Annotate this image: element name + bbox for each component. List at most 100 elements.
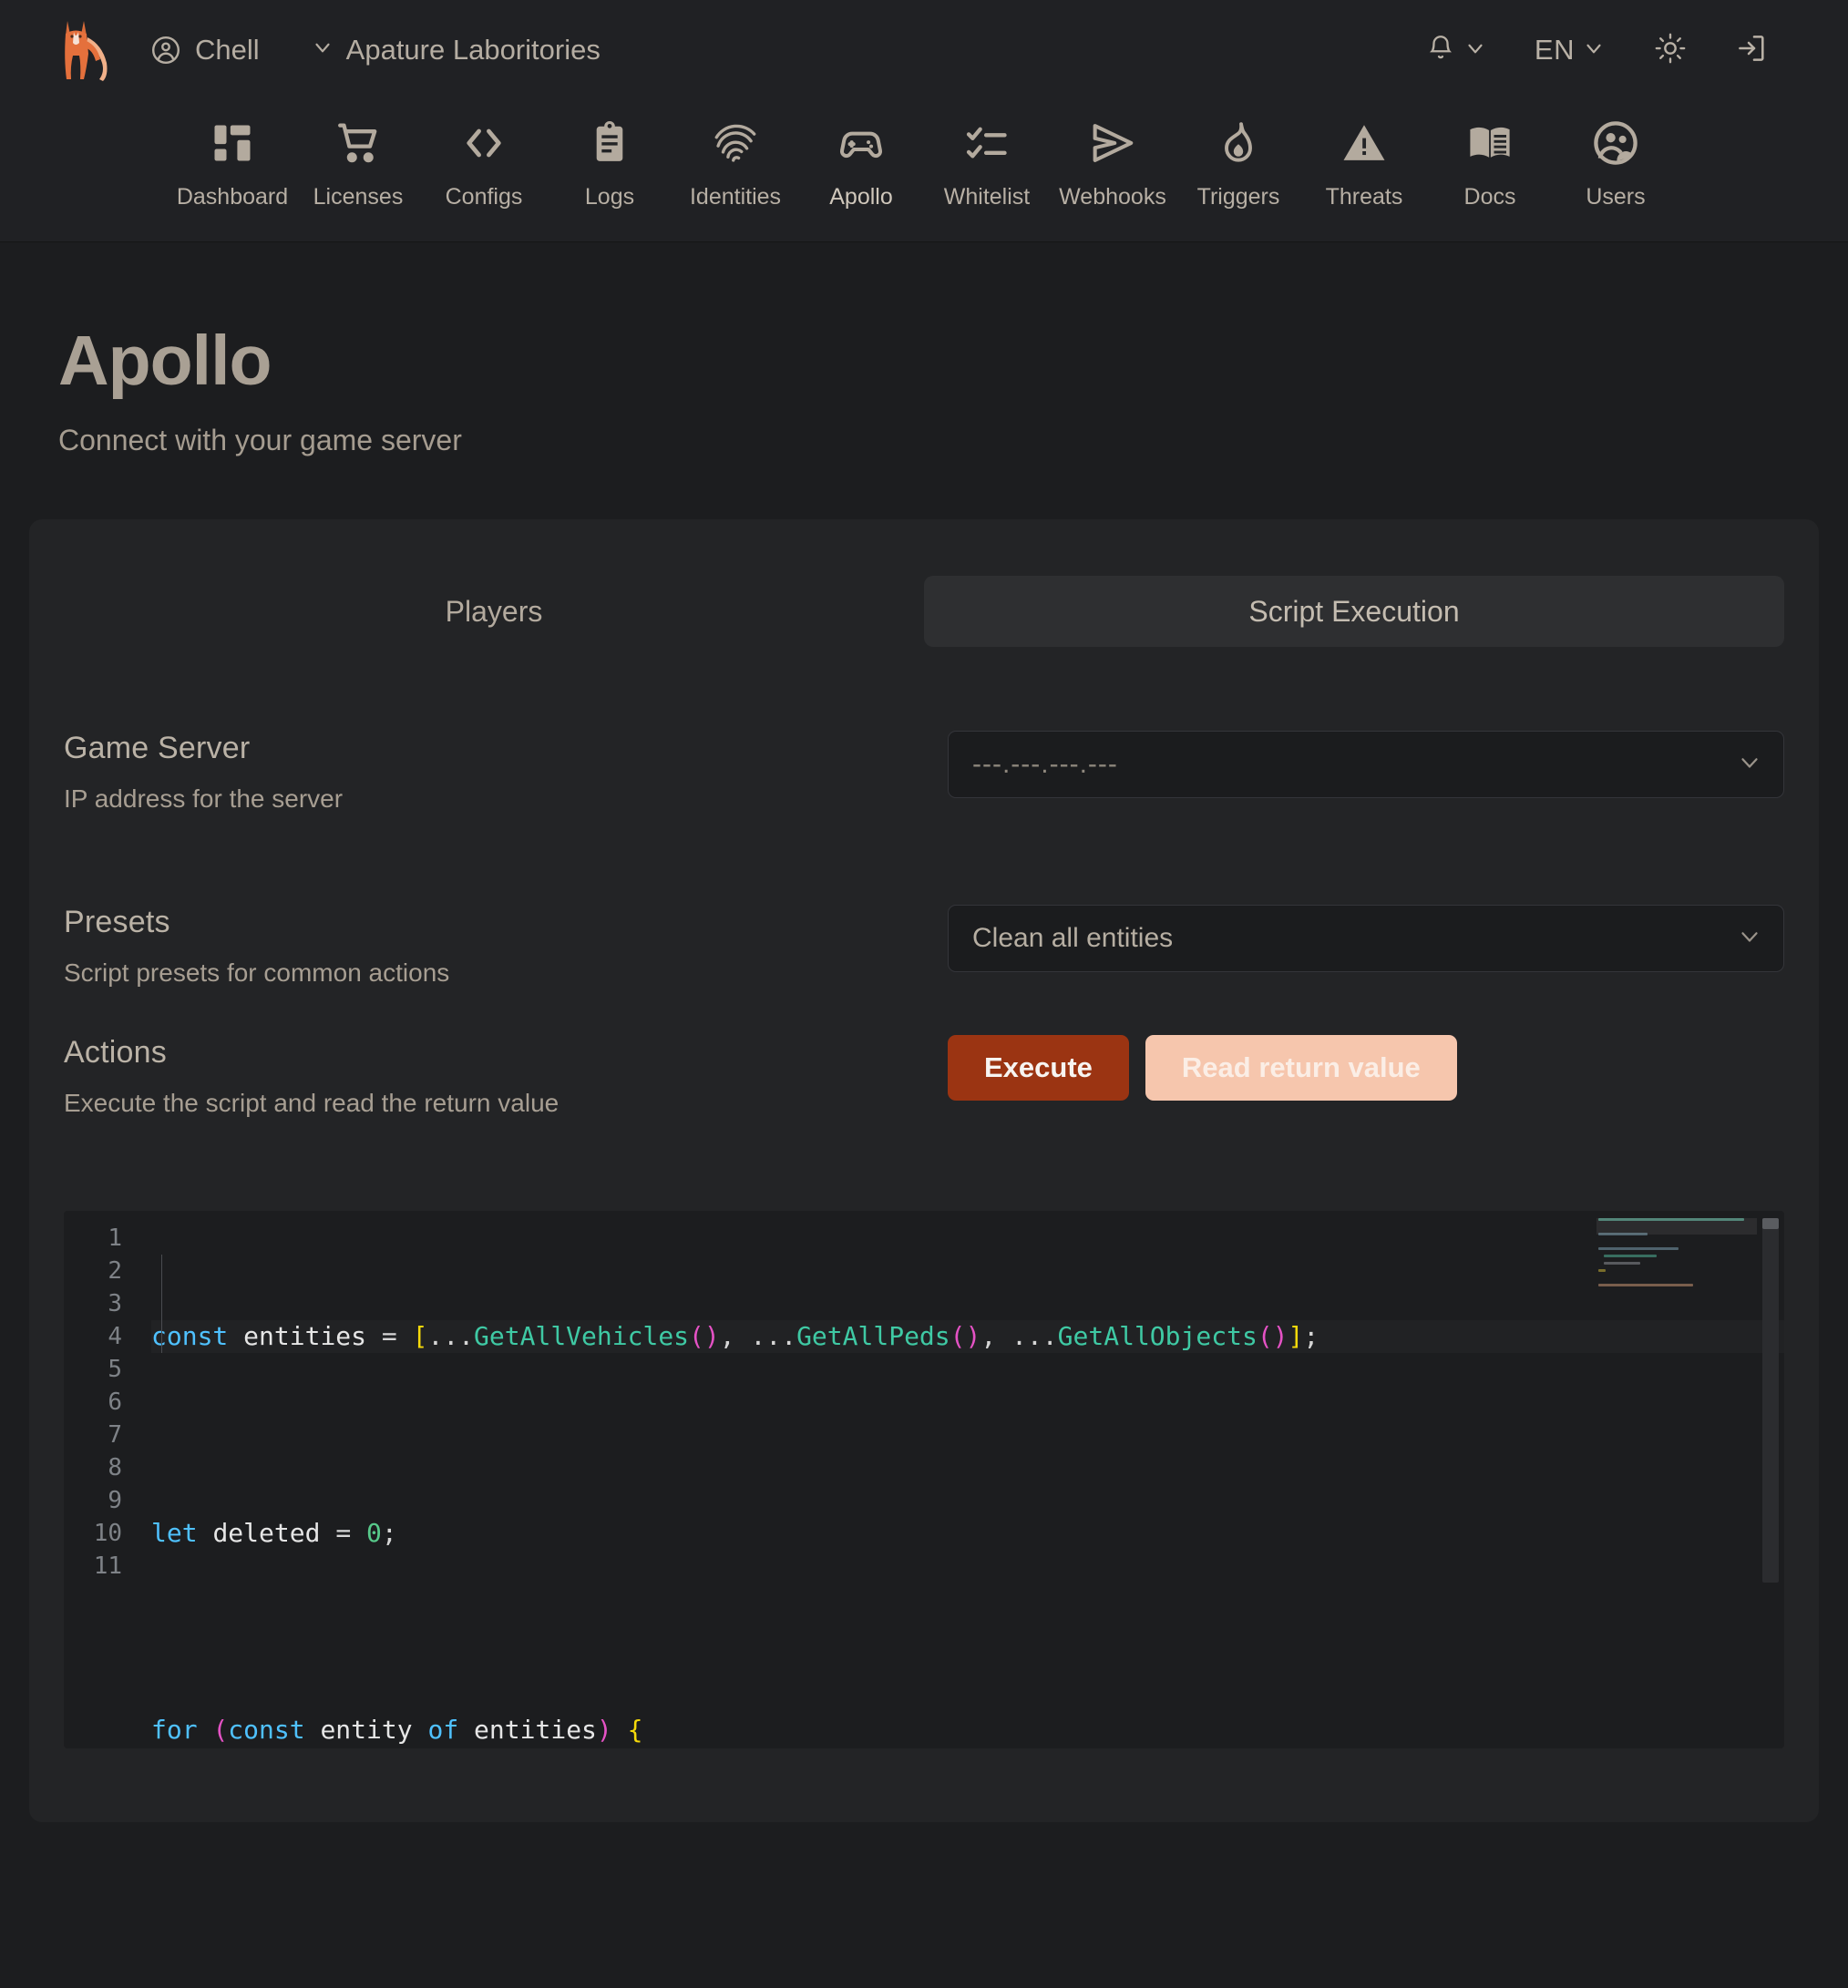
presets-field: Clean all entities (940, 905, 1784, 972)
code-line-3: let deleted = 0; (151, 1518, 397, 1548)
cart-icon (334, 117, 383, 169)
page-subtitle: Connect with your game server (58, 424, 462, 456)
nav-label: Apollo (829, 184, 893, 210)
nav-item-identities[interactable]: Identities (672, 117, 798, 210)
editor-code-area[interactable]: const entities = [...GetAllVehicles(), .… (135, 1211, 1784, 1748)
page-title: Apollo (58, 322, 272, 400)
nav-label: Identities (689, 184, 782, 210)
dashboard-icon (209, 117, 256, 169)
execute-button[interactable]: Execute (948, 1035, 1129, 1101)
language-selector[interactable]: EN (1511, 34, 1629, 67)
nav-item-whitelist[interactable]: Whitelist (924, 117, 1050, 210)
user-menu[interactable]: Chell (149, 34, 260, 67)
page-content: Apollo Connect with your game server Pla… (0, 242, 1848, 1822)
actions-buttons: Execute Read return value (940, 1035, 1784, 1101)
logout-icon (1735, 32, 1768, 69)
line-number: 9 (108, 1487, 122, 1514)
line-number: 10 (93, 1520, 122, 1547)
minimap-slider[interactable] (1596, 1218, 1757, 1235)
nav-label: Docs (1463, 184, 1516, 210)
actions-description: Execute the script and read the return v… (64, 1089, 560, 1117)
game-server-description: IP address for the server (64, 784, 344, 813)
page-header: Apollo Connect with your game server (29, 242, 1819, 457)
game-server-select[interactable]: ---.---.---.--- (948, 731, 1784, 798)
code-editor[interactable]: 1 2 3 4 5 6 7 8 9 10 11 const entities =… (64, 1211, 1784, 1748)
gamepad-icon (837, 117, 886, 169)
nav-item-logs[interactable]: Logs (547, 117, 672, 210)
editor-line-numbers: 1 2 3 4 5 6 7 8 9 10 11 (64, 1211, 135, 1748)
send-icon (1088, 117, 1137, 169)
chevron-down-icon (311, 34, 334, 67)
bell-icon (1425, 33, 1456, 68)
nav-label: Configs (445, 184, 523, 210)
game-server-row: Game Server IP address for the server --… (64, 731, 1784, 814)
nav-label: Whitelist (943, 184, 1031, 210)
chevron-down-icon (1582, 36, 1606, 65)
nav-item-apollo[interactable]: Apollo (798, 117, 924, 210)
nav-label: Licenses (313, 184, 404, 210)
presets-description: Script presets for common actions (64, 958, 450, 987)
checklist-icon (963, 117, 1011, 169)
org-switcher[interactable]: Apature Laboritories (311, 34, 601, 67)
line-number: 7 (108, 1421, 122, 1449)
indent-guide (161, 1255, 162, 1353)
tab-script-execution[interactable]: Script Execution (924, 576, 1784, 647)
line-number: 3 (108, 1290, 122, 1317)
code-line-1: const entities = [...GetAllVehicles(), .… (151, 1320, 1784, 1353)
actions-labels: Actions Execute the script and read the … (64, 1035, 940, 1118)
top-bar: Chell Apature Laboritories EN (0, 0, 1848, 100)
users-icon (1591, 117, 1640, 169)
presets-labels: Presets Script presets for common action… (64, 905, 940, 988)
nav-item-threats[interactable]: Threats (1301, 117, 1427, 210)
presets-select[interactable]: Clean all entities (948, 905, 1784, 972)
line-number: 2 (108, 1257, 122, 1285)
nav-item-licenses[interactable]: Licenses (295, 117, 421, 210)
flame-icon (1215, 117, 1262, 169)
user-name: Chell (195, 34, 260, 66)
nav-label: Webhooks (1059, 184, 1166, 210)
fox-logo-icon[interactable] (56, 15, 117, 85)
sun-icon (1653, 31, 1688, 70)
read-return-value-button[interactable]: Read return value (1145, 1035, 1457, 1101)
code-line-5: for (const entity of entities) { (151, 1715, 643, 1745)
presets-row: Presets Script presets for common action… (64, 905, 1784, 988)
line-number: 8 (108, 1454, 122, 1481)
game-server-field: ---.---.---.--- (940, 731, 1784, 798)
main-navigation: Dashboard Licenses Configs Logs Identiti… (0, 100, 1848, 242)
language-label: EN (1534, 34, 1575, 66)
nav-item-users[interactable]: Users (1553, 117, 1679, 210)
line-number: 6 (108, 1389, 122, 1416)
game-server-labels: Game Server IP address for the server (64, 731, 940, 814)
logout-button[interactable] (1711, 32, 1792, 69)
notifications-button[interactable] (1401, 33, 1511, 68)
editor-scrollbar-thumb[interactable] (1762, 1218, 1779, 1229)
line-number: 5 (108, 1356, 122, 1383)
fingerprint-icon (711, 117, 760, 169)
nav-label: Dashboard (176, 184, 289, 210)
presets-value: Clean all entities (972, 923, 1174, 953)
nav-item-triggers[interactable]: Triggers (1176, 117, 1301, 210)
clipboard-icon (586, 117, 633, 169)
topbar-actions: EN (1401, 31, 1792, 70)
game-server-value: ---.---.---.--- (972, 749, 1118, 779)
presets-title: Presets (64, 905, 170, 939)
actions-title: Actions (64, 1035, 167, 1070)
warning-icon (1340, 117, 1389, 169)
chevron-down-icon (1736, 923, 1763, 955)
nav-label: Triggers (1196, 184, 1280, 210)
game-server-title: Game Server (64, 731, 251, 765)
nav-item-webhooks[interactable]: Webhooks (1050, 117, 1176, 210)
book-icon (1465, 117, 1514, 169)
nav-item-dashboard[interactable]: Dashboard (169, 117, 295, 210)
nav-label: Logs (584, 184, 635, 210)
theme-toggle-button[interactable] (1629, 31, 1711, 70)
actions-row: Actions Execute the script and read the … (64, 1035, 1784, 1118)
editor-scrollbar[interactable] (1762, 1218, 1779, 1583)
nav-item-configs[interactable]: Configs (421, 117, 547, 210)
nav-item-docs[interactable]: Docs (1427, 117, 1553, 210)
nav-label: Users (1586, 184, 1646, 210)
tab-players[interactable]: Players (64, 576, 924, 647)
apollo-card: Players Script Execution Game Server IP … (29, 519, 1819, 1822)
